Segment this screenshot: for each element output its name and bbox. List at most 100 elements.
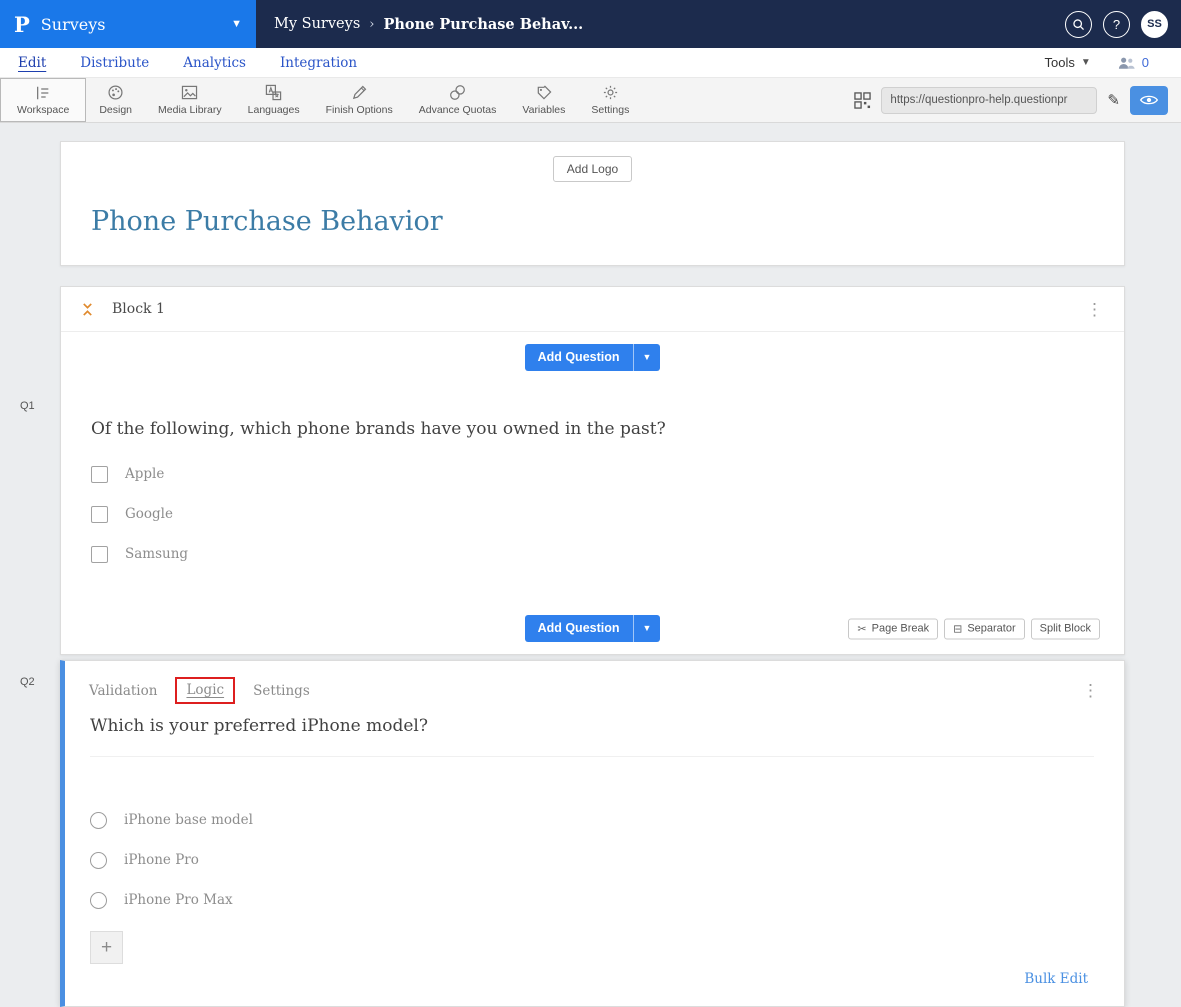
- radio-button[interactable]: [90, 852, 107, 869]
- scissors-icon: ✂: [857, 622, 866, 635]
- answer-options: Apple Google Samsung: [91, 465, 1094, 563]
- toolbar-item-finish-options[interactable]: Finish Options: [313, 78, 406, 122]
- edit-url-pencil-icon[interactable]: ✎: [1107, 91, 1120, 109]
- answer-option-label[interactable]: iPhone Pro: [124, 852, 199, 868]
- design-palette-icon: [107, 84, 124, 101]
- radio-button[interactable]: [90, 812, 107, 829]
- search-icon: [1072, 18, 1085, 31]
- radio-button[interactable]: [90, 892, 107, 909]
- add-question-caret-icon[interactable]: ▼: [633, 615, 661, 642]
- plus-icon: +: [101, 937, 112, 959]
- collaborators-button[interactable]: 0: [1117, 55, 1149, 70]
- answer-option: iPhone Pro: [90, 851, 1094, 869]
- validation-tab[interactable]: Validation: [89, 683, 157, 699]
- finish-options-icon: [351, 84, 368, 101]
- collapse-block-icon[interactable]: [81, 302, 94, 317]
- toolbar-item-label: Workspace: [17, 104, 69, 116]
- separator-button[interactable]: ⊟ Separator: [944, 618, 1025, 639]
- answer-option-label[interactable]: Google: [125, 506, 173, 522]
- answer-option-label[interactable]: iPhone base model: [124, 812, 253, 828]
- user-avatar[interactable]: SS: [1141, 11, 1168, 38]
- toolbar-item-variables[interactable]: Variables: [509, 78, 578, 122]
- toolbar-item-label: Finish Options: [326, 104, 393, 116]
- block-tools: ✂ Page Break ⊟ Separator Split Block: [848, 618, 1100, 639]
- breadcrumb-separator-icon: ›: [369, 17, 374, 32]
- tab-distribute[interactable]: Distribute: [80, 55, 149, 71]
- workspace-icon: [35, 84, 51, 101]
- question-q2-card[interactable]: Validation Logic Settings ⋮ Which is you…: [60, 660, 1125, 1007]
- separator-icon: ⊟: [953, 622, 962, 635]
- toolbar-item-label: Variables: [522, 104, 565, 116]
- question-q1[interactable]: Of the following, which phone brands hav…: [61, 383, 1124, 603]
- question-text[interactable]: Which is your preferred iPhone model?: [90, 716, 1094, 736]
- toolbar-item-label: Media Library: [158, 104, 222, 116]
- answer-options: iPhone base model iPhone Pro iPhone Pro …: [65, 783, 1124, 909]
- tab-integration[interactable]: Integration: [280, 55, 357, 71]
- split-block-label: Split Block: [1040, 623, 1091, 635]
- add-question-button[interactable]: Add Question: [525, 615, 633, 642]
- media-library-icon: [181, 84, 198, 101]
- page-break-button[interactable]: ✂ Page Break: [848, 618, 938, 639]
- chevron-down-icon: ▼: [1081, 57, 1091, 68]
- question-action-tabs: Validation Logic Settings ⋮: [65, 661, 1124, 704]
- add-question-split-button[interactable]: Add Question ▼: [525, 615, 661, 642]
- block-menu-icon[interactable]: ⋮: [1086, 301, 1104, 318]
- add-logo-button[interactable]: Add Logo: [553, 156, 632, 182]
- answer-option: iPhone base model: [90, 811, 1094, 829]
- answer-option: iPhone Pro Max: [90, 891, 1094, 909]
- qr-code-icon[interactable]: [854, 92, 871, 109]
- preview-button[interactable]: [1130, 86, 1168, 115]
- survey-canvas: Q1 Q2 Add Logo Phone Purchase Behavior B…: [0, 123, 1181, 1007]
- question-text[interactable]: Of the following, which phone brands hav…: [91, 419, 1094, 439]
- survey-url-input[interactable]: [881, 87, 1097, 114]
- block-title[interactable]: Block 1: [112, 301, 165, 317]
- tab-edit[interactable]: Edit: [18, 55, 46, 71]
- checkbox[interactable]: [91, 546, 108, 563]
- answer-option: Apple: [91, 465, 1094, 483]
- answer-option-label[interactable]: Apple: [125, 466, 164, 482]
- settings-gear-icon: [602, 84, 619, 101]
- logic-tab-highlighted[interactable]: Logic: [175, 677, 235, 704]
- surveys-product-switcher[interactable]: P Surveys ▼: [0, 0, 256, 48]
- toolbar-item-advance-quotas[interactable]: Advance Quotas: [406, 78, 510, 122]
- add-question-button[interactable]: Add Question: [525, 344, 633, 371]
- question-menu-icon[interactable]: ⋮: [1082, 682, 1100, 699]
- toolbar-item-label: Design: [99, 104, 132, 116]
- toolbar-right: ✎: [854, 78, 1181, 122]
- editor-toolbar: Workspace Design Media Library Languages…: [0, 78, 1181, 123]
- product-name: Surveys: [41, 15, 106, 34]
- answer-option: Samsung: [91, 545, 1094, 563]
- toolbar-item-workspace[interactable]: Workspace: [0, 78, 86, 122]
- tab-analytics[interactable]: Analytics: [183, 55, 246, 71]
- survey-title[interactable]: Phone Purchase Behavior: [91, 206, 1124, 237]
- breadcrumb: My Surveys › Phone Purchase Behav...: [274, 16, 583, 33]
- bulk-edit-link[interactable]: Bulk Edit: [1024, 971, 1088, 987]
- help-button[interactable]: ?: [1103, 11, 1130, 38]
- question-marker-q2: Q2: [20, 676, 35, 688]
- add-question-split-button[interactable]: Add Question ▼: [525, 344, 661, 371]
- checkbox[interactable]: [91, 466, 108, 483]
- top-bar: P Surveys ▼ My Surveys › Phone Purchase …: [0, 0, 1181, 48]
- answer-option-label[interactable]: iPhone Pro Max: [124, 892, 233, 908]
- toolbar-item-design[interactable]: Design: [86, 78, 145, 122]
- breadcrumb-root[interactable]: My Surveys: [274, 16, 360, 32]
- toolbar-item-languages[interactable]: Languages: [235, 78, 313, 122]
- add-question-row-after-q1: Add Question ▼ ✂ Page Break ⊟ Separator …: [61, 603, 1124, 654]
- add-question-caret-icon[interactable]: ▼: [633, 344, 661, 371]
- advance-quotas-icon: [449, 84, 466, 101]
- search-button[interactable]: [1065, 11, 1092, 38]
- toolbar-item-label: Advance Quotas: [419, 104, 497, 116]
- answer-option-label[interactable]: Samsung: [125, 546, 188, 562]
- add-option-button[interactable]: +: [90, 931, 123, 964]
- checkbox[interactable]: [91, 506, 108, 523]
- questionpro-survey-editor: P Surveys ▼ My Surveys › Phone Purchase …: [0, 0, 1181, 1007]
- toolbar-item-media-library[interactable]: Media Library: [145, 78, 235, 122]
- collaborators-count: 0: [1142, 55, 1149, 70]
- split-block-button[interactable]: Split Block: [1031, 618, 1100, 639]
- bulk-edit-wrap: Bulk Edit: [65, 964, 1124, 988]
- survey-header-card: Add Logo Phone Purchase Behavior: [60, 141, 1125, 266]
- settings-tab[interactable]: Settings: [253, 683, 310, 699]
- tools-menu[interactable]: Tools ▼: [1045, 55, 1091, 70]
- toolbar-item-label: Languages: [248, 104, 300, 116]
- toolbar-item-settings[interactable]: Settings: [578, 78, 642, 122]
